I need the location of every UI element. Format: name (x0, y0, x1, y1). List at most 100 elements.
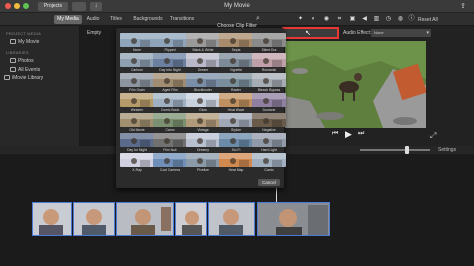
filter-option[interactable]: Black & White (186, 33, 220, 53)
close-window-button[interactable] (5, 3, 11, 9)
filter-thumbnail (252, 73, 286, 87)
filter-option[interactable]: Comic (252, 153, 286, 173)
filter-icon[interactable]: ◍ (397, 16, 404, 23)
share-icon[interactable]: ⇪ (458, 2, 468, 11)
timeline-clip[interactable] (116, 202, 174, 236)
crop-icon[interactable]: ⌗ (336, 16, 343, 23)
filter-option[interactable]: Vintage (186, 113, 220, 133)
view-toggle-button[interactable] (72, 2, 86, 11)
stabilization-icon[interactable]: ▣ (349, 16, 356, 23)
filter-option[interactable]: Bleach Bypass (252, 73, 286, 93)
filter-option[interactable]: Old Movie (120, 113, 154, 133)
cancel-button[interactable]: Cancel (258, 179, 280, 186)
sidebar-item-photos[interactable]: Photos (10, 57, 34, 65)
filter-option[interactable]: Blockbuster (186, 73, 220, 93)
filter-option[interactable]: Cool Camera (153, 153, 187, 173)
filter-option[interactable]: Dreamy (186, 133, 220, 153)
color-correction-icon[interactable]: ◉ (323, 16, 330, 23)
volume-icon[interactable]: ◀ (361, 16, 368, 23)
filter-option[interactable]: Sci-Fi (219, 133, 253, 153)
import-arrow-icon[interactable]: ↓ (90, 2, 102, 11)
timeline-clip[interactable] (32, 202, 72, 236)
filter-option[interactable]: Pixelize (186, 153, 220, 173)
clip-thumbnail (33, 203, 71, 235)
sidebar-item-my-movie[interactable]: My Movie (10, 38, 39, 46)
filter-thumbnail (153, 93, 187, 107)
filter-option[interactable]: Western (120, 93, 154, 113)
filter-option[interactable]: Aged Film (153, 73, 187, 93)
filter-option[interactable]: Raster (219, 73, 253, 93)
filter-thumbnail (252, 133, 286, 147)
speed-icon[interactable]: ◷ (385, 16, 392, 23)
filter-option[interactable]: Flipped (153, 33, 187, 53)
timeline-clip[interactable] (73, 202, 115, 236)
libraries-heading: LIBRARIES (6, 50, 29, 55)
skip-back-icon[interactable]: ⏮ (332, 130, 338, 138)
timeline-clip[interactable] (208, 202, 255, 236)
filter-label: None (132, 48, 142, 52)
filter-label: Blockbuster (194, 88, 212, 92)
filter-option[interactable]: Camo (153, 113, 187, 133)
filter-option[interactable]: Duotone (252, 93, 286, 113)
photos-icon (10, 58, 16, 63)
filter-option[interactable]: Sepia (219, 33, 253, 53)
filter-thumbnail (120, 133, 154, 147)
filter-option[interactable]: Film Grain (120, 73, 154, 93)
play-icon[interactable]: ▶ (345, 129, 352, 140)
filter-option[interactable]: X-Ray (120, 153, 154, 173)
filter-option[interactable]: Romantic (252, 53, 286, 73)
sidebar-item-imovie-library[interactable]: iMovie Library (4, 74, 43, 82)
filter-thumbnail (219, 53, 253, 67)
clip-thumbnail (209, 203, 254, 235)
sidebar-item-all-events[interactable]: All Events (10, 66, 40, 74)
dialog-title: Choose Clip Filter (217, 23, 257, 29)
filter-option[interactable]: Day for Night (120, 133, 154, 153)
sidebar-item-label: My Movie (18, 39, 40, 45)
color-balance-icon[interactable]: ◐ (310, 16, 317, 23)
search-icon[interactable]: ⌕ (256, 15, 260, 23)
skip-forward-icon[interactable]: ⏭ (358, 130, 364, 138)
filter-option[interactable]: Hard Light (252, 133, 286, 153)
wand-icon[interactable]: ✦ (297, 16, 304, 23)
filter-label: Black & White (192, 48, 214, 52)
filter-label: Day Into Night (159, 68, 181, 72)
filter-label: Comic (264, 168, 274, 172)
filter-option[interactable]: Heat Wave (219, 93, 253, 113)
filter-option[interactable]: Cartoon (120, 53, 154, 73)
playback-controls: ⏮ ▶ ⏭ (330, 129, 370, 140)
filter-option[interactable]: Silent Era (252, 33, 286, 53)
maximize-window-button[interactable] (23, 3, 29, 9)
audio-effect-select[interactable]: None (371, 29, 431, 37)
info-icon[interactable]: ⓘ (408, 16, 415, 23)
filter-option[interactable]: Heat Map (219, 153, 253, 173)
filter-thumbnail (219, 73, 253, 87)
settings-button[interactable]: Settings (438, 147, 456, 153)
filter-option[interactable]: Glow (186, 93, 220, 113)
audio-effect-label: Audio Effect: (343, 30, 372, 36)
filter-option[interactable]: Negative (252, 113, 286, 133)
filter-thumbnail (186, 73, 220, 87)
filter-thumbnail (120, 73, 154, 87)
filter-thumbnail (153, 53, 187, 67)
filter-option[interactable]: Vignette (219, 53, 253, 73)
filter-label: Duotone (262, 108, 276, 112)
filter-option[interactable]: Stylize (219, 113, 253, 133)
filter-option[interactable]: Comic Book (153, 93, 187, 113)
projects-button[interactable]: Projects (38, 2, 68, 11)
filter-thumbnail (186, 33, 220, 47)
filter-option[interactable]: Day Into Night (153, 53, 187, 73)
filter-option[interactable]: Film Noir (153, 133, 187, 153)
noise-reduction-icon[interactable]: ▥ (373, 16, 380, 23)
filter-label: Cartoon (130, 68, 144, 72)
filter-option[interactable]: None (120, 33, 154, 53)
timeline-clip[interactable] (175, 202, 207, 236)
fullscreen-icon[interactable]: ⤢ (430, 131, 436, 141)
filter-label: Old Movie (129, 128, 145, 132)
zoom-slider-knob[interactable] (405, 146, 409, 154)
minimize-window-button[interactable] (14, 3, 20, 9)
filter-thumbnail (219, 113, 253, 127)
timeline-clip[interactable] (257, 202, 330, 236)
filter-option[interactable]: Dream (186, 53, 220, 73)
filter-label: Film Noir (163, 148, 177, 152)
zoom-slider[interactable] (360, 149, 430, 151)
